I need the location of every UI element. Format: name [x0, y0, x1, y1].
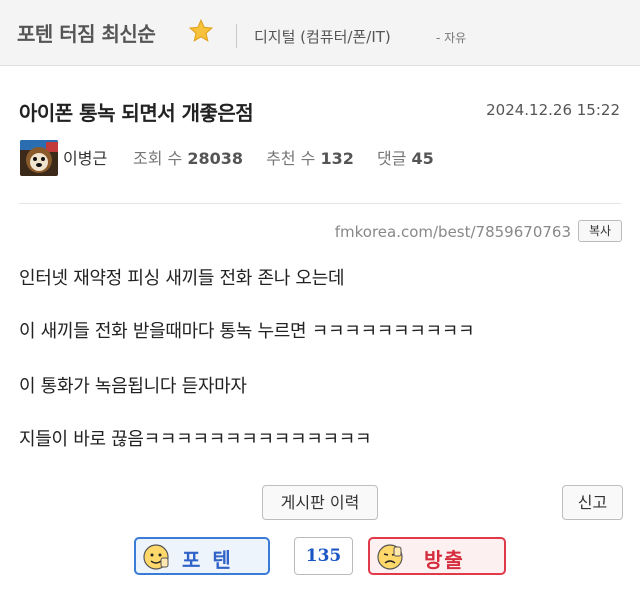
recommend-count: 132 [320, 149, 354, 168]
star-icon[interactable] [188, 18, 214, 44]
vote-down-label: 방출 [424, 548, 465, 572]
vote-up-label: 포텐 [182, 548, 243, 572]
post-url[interactable]: fmkorea.com/best/7859670763 [335, 223, 571, 241]
header-divider [236, 24, 237, 48]
report-button[interactable]: 신고 [562, 485, 623, 520]
comments-count[interactable]: 45 [412, 149, 434, 168]
board-history-button[interactable]: 게시판 이력 [262, 485, 378, 520]
content-divider [19, 203, 621, 204]
body-line: 이 통화가 녹음됩니다 듣자마자 [19, 376, 247, 397]
board-header: 포텐 터짐 최신순 디지털 (컴퓨터/폰/IT) - 자유 [0, 0, 640, 66]
category-sub[interactable]: - 자유 [436, 29, 466, 46]
body-line: 이 새끼들 전화 받을때마다 통녹 누르면 ㅋㅋㅋㅋㅋㅋㅋㅋㅋㅋ [19, 321, 475, 342]
category-link[interactable]: 디지털 (컴퓨터/폰/IT) [254, 26, 391, 47]
comments-label: 댓글 [376, 149, 407, 168]
post-date: 2024.12.26 15:22 [486, 101, 620, 119]
board-title[interactable]: 포텐 터짐 최신순 [17, 18, 156, 47]
thumbs-up-face-icon [143, 544, 169, 570]
vote-down-button[interactable]: 방출 [368, 537, 506, 575]
body-line: 인터넷 재약정 피싱 새끼들 전화 존나 오는데 [19, 268, 345, 289]
views-label: 조회 수 [133, 149, 183, 168]
vote-count: 135 [294, 537, 353, 575]
vote-up-button[interactable]: 포텐 [134, 537, 270, 575]
avatar[interactable] [20, 140, 58, 176]
copy-button[interactable]: 복사 [578, 220, 622, 242]
views-count: 28038 [187, 149, 244, 168]
thumbs-down-face-icon [377, 544, 403, 570]
post-title: 아이폰 통녹 되면서 개좋은점 [19, 101, 254, 125]
body-line: 지들이 바로 끊음ㅋㅋㅋㅋㅋㅋㅋㅋㅋㅋㅋㅋㅋㅋ [19, 429, 372, 450]
post-stats: 조회 수 28038 추천 수 132 댓글 45 [133, 145, 452, 169]
recommend-label: 추천 수 [266, 149, 316, 168]
author-name[interactable]: 이병근 [63, 145, 107, 169]
